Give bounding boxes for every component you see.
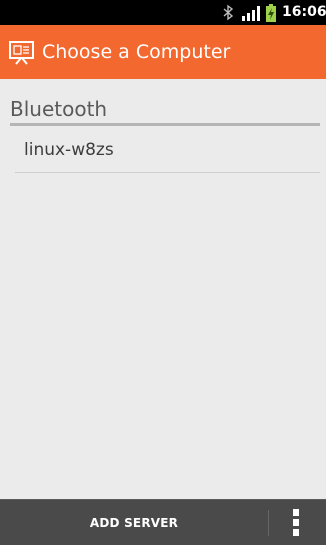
- overflow-dot: [293, 519, 299, 526]
- list-item-computer[interactable]: linux-w8zs: [15, 128, 320, 173]
- presentation-screen-icon[interactable]: [8, 39, 35, 66]
- battery-charging-icon: [266, 4, 276, 22]
- list-item-label: linux-w8zs: [24, 140, 114, 160]
- section-header-bluetooth: Bluetooth: [10, 97, 108, 121]
- overflow-dot: [293, 529, 299, 536]
- bottom-bar-divider: [268, 510, 269, 536]
- bluetooth-icon: [223, 4, 234, 21]
- overflow-dot: [293, 509, 299, 516]
- signal-icon: [242, 6, 260, 21]
- action-bar: Choose a Computer: [0, 25, 326, 79]
- bottom-action-bar: ADD SERVER: [0, 499, 326, 545]
- section-divider: [10, 123, 320, 126]
- clock-time: 16:06: [282, 4, 326, 20]
- page-title: Choose a Computer: [42, 41, 231, 63]
- add-server-button[interactable]: ADD SERVER: [0, 500, 268, 545]
- status-bar: 16:06: [0, 0, 326, 25]
- computer-list: Bluetooth linux-w8zs: [0, 79, 326, 499]
- overflow-menu-icon[interactable]: [286, 500, 306, 545]
